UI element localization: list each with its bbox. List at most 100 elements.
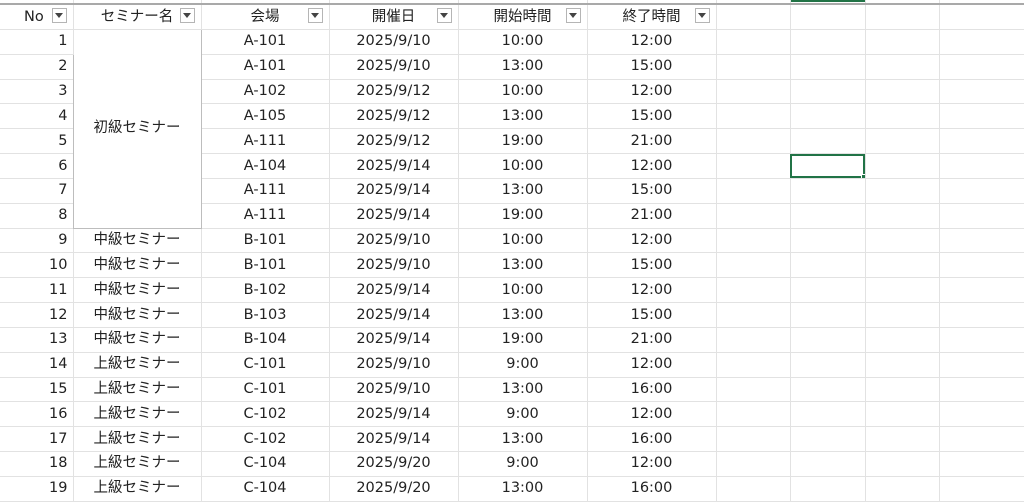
cell[interactable] bbox=[790, 451, 866, 477]
cell[interactable] bbox=[790, 302, 866, 328]
cell[interactable] bbox=[939, 54, 1024, 80]
cell[interactable] bbox=[716, 103, 791, 130]
cell-seminar[interactable]: 中級セミナー bbox=[73, 302, 202, 328]
header-no[interactable]: No bbox=[0, 4, 74, 30]
cell[interactable] bbox=[865, 228, 940, 254]
cell-end[interactable]: 15:00 bbox=[587, 302, 717, 328]
cell-no[interactable]: 14 bbox=[0, 352, 74, 378]
cell-venue[interactable]: A-105 bbox=[201, 103, 330, 130]
cell-end[interactable]: 15:00 bbox=[587, 54, 717, 80]
cell-venue[interactable]: B-101 bbox=[201, 228, 330, 254]
cell-date[interactable]: 2025/9/14 bbox=[329, 426, 459, 453]
cell[interactable] bbox=[865, 401, 940, 428]
cell-end[interactable]: 21:00 bbox=[587, 203, 717, 229]
cell-venue[interactable]: A-111 bbox=[201, 203, 330, 229]
cell-end[interactable]: 16:00 bbox=[587, 426, 717, 453]
cell[interactable] bbox=[790, 29, 866, 55]
cell-venue[interactable]: C-104 bbox=[201, 451, 330, 477]
cell-venue[interactable]: A-102 bbox=[201, 79, 330, 105]
cell-start[interactable]: 13:00 bbox=[458, 426, 588, 453]
cell-end[interactable]: 12:00 bbox=[587, 277, 717, 304]
cell-venue[interactable]: A-101 bbox=[201, 29, 330, 55]
filter-dropdown-button-venue[interactable] bbox=[307, 8, 323, 24]
cell-seminar[interactable]: 上級セミナー bbox=[73, 476, 202, 502]
cell[interactable] bbox=[939, 401, 1024, 428]
header-end[interactable]: 終了時間 bbox=[587, 4, 717, 30]
cell-venue[interactable]: C-101 bbox=[201, 352, 330, 378]
cell[interactable] bbox=[716, 401, 791, 428]
cell[interactable] bbox=[716, 327, 791, 353]
cell-date[interactable]: 2025/9/10 bbox=[329, 252, 459, 279]
cell-no[interactable]: 16 bbox=[0, 401, 74, 428]
cell-start[interactable]: 10:00 bbox=[458, 29, 588, 55]
cell-date[interactable]: 2025/9/14 bbox=[329, 178, 459, 204]
cell[interactable] bbox=[790, 252, 866, 279]
cell[interactable] bbox=[939, 178, 1024, 204]
cell-end[interactable]: 12:00 bbox=[587, 153, 717, 179]
cell[interactable] bbox=[790, 352, 866, 378]
cell[interactable] bbox=[790, 327, 866, 353]
cell[interactable] bbox=[790, 277, 866, 304]
cell[interactable] bbox=[865, 451, 940, 477]
cell-end[interactable]: 21:00 bbox=[587, 128, 717, 155]
cell-date[interactable]: 2025/9/10 bbox=[329, 29, 459, 55]
cell[interactable] bbox=[716, 54, 791, 80]
cell[interactable] bbox=[865, 54, 940, 80]
cell-venue[interactable]: C-102 bbox=[201, 426, 330, 453]
cell-start[interactable]: 19:00 bbox=[458, 327, 588, 353]
cell[interactable] bbox=[939, 4, 1024, 30]
cell[interactable] bbox=[865, 426, 940, 453]
filter-dropdown-button-start[interactable] bbox=[565, 8, 581, 24]
cell-no[interactable]: 7 bbox=[0, 178, 74, 204]
header-start[interactable]: 開始時間 bbox=[458, 4, 588, 30]
cell[interactable] bbox=[939, 277, 1024, 304]
cell[interactable] bbox=[716, 476, 791, 502]
cell[interactable] bbox=[716, 352, 791, 378]
cell[interactable] bbox=[865, 476, 940, 502]
cell-end[interactable]: 16:00 bbox=[587, 476, 717, 502]
cell-no[interactable]: 8 bbox=[0, 203, 74, 229]
cell-no[interactable]: 9 bbox=[0, 228, 74, 254]
cell[interactable] bbox=[716, 79, 791, 105]
cell-date[interactable]: 2025/9/14 bbox=[329, 277, 459, 304]
cell[interactable] bbox=[939, 153, 1024, 179]
cell-venue[interactable]: C-104 bbox=[201, 476, 330, 502]
filter-dropdown-button-no[interactable] bbox=[51, 8, 67, 24]
cell[interactable] bbox=[790, 401, 866, 428]
cell-date[interactable]: 2025/9/12 bbox=[329, 79, 459, 105]
cell[interactable] bbox=[939, 203, 1024, 229]
cell-no[interactable]: 19 bbox=[0, 476, 74, 502]
cell-start[interactable]: 13:00 bbox=[458, 178, 588, 204]
cell[interactable] bbox=[939, 327, 1024, 353]
cell-no[interactable]: 10 bbox=[0, 252, 74, 279]
cell-date[interactable]: 2025/9/20 bbox=[329, 476, 459, 502]
cell[interactable] bbox=[939, 128, 1024, 155]
cell-start[interactable]: 9:00 bbox=[458, 401, 588, 428]
cell[interactable] bbox=[716, 228, 791, 254]
cell-date[interactable]: 2025/9/14 bbox=[329, 401, 459, 428]
cell-no[interactable]: 2 bbox=[0, 54, 74, 80]
cell-no[interactable]: 1 bbox=[0, 29, 74, 55]
cell-date[interactable]: 2025/9/10 bbox=[329, 352, 459, 378]
cell-end[interactable]: 12:00 bbox=[587, 352, 717, 378]
cell-no[interactable]: 4 bbox=[0, 103, 74, 130]
cell[interactable] bbox=[716, 252, 791, 279]
cell[interactable] bbox=[865, 79, 940, 105]
cell-start[interactable]: 10:00 bbox=[458, 153, 588, 179]
cell[interactable] bbox=[865, 153, 940, 179]
cell-venue[interactable]: A-111 bbox=[201, 178, 330, 204]
cell[interactable] bbox=[790, 228, 866, 254]
cell-venue[interactable]: B-101 bbox=[201, 252, 330, 279]
cell[interactable] bbox=[716, 4, 791, 30]
cell-start[interactable]: 13:00 bbox=[458, 103, 588, 130]
cell[interactable] bbox=[790, 476, 866, 502]
cell[interactable] bbox=[865, 103, 940, 130]
cell[interactable] bbox=[865, 178, 940, 204]
cell[interactable] bbox=[865, 252, 940, 279]
cell-no[interactable]: 13 bbox=[0, 327, 74, 353]
cell[interactable] bbox=[865, 128, 940, 155]
cell-venue[interactable]: B-104 bbox=[201, 327, 330, 353]
cell-start[interactable]: 9:00 bbox=[458, 352, 588, 378]
cell-start[interactable]: 19:00 bbox=[458, 203, 588, 229]
cell[interactable] bbox=[939, 426, 1024, 453]
